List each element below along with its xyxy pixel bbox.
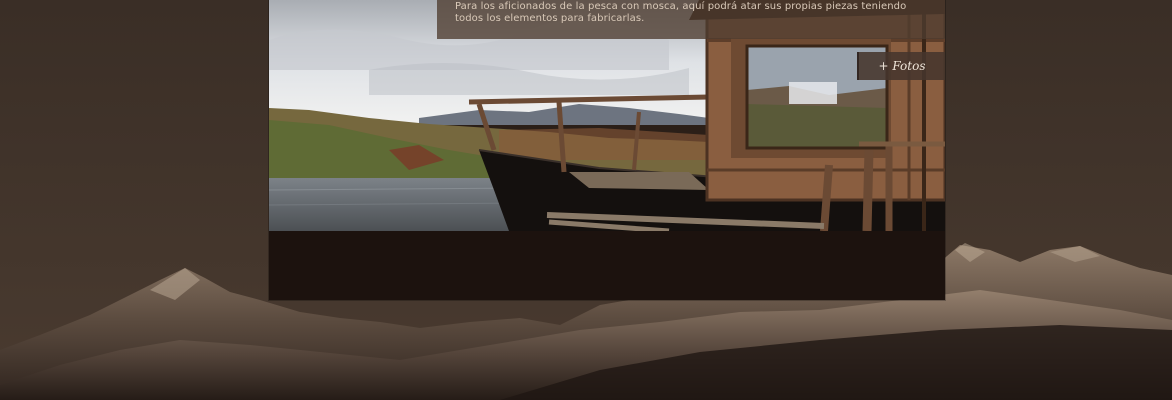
caption-line-1: Para los aficionados de la pesca con mos… — [455, 1, 907, 12]
more-photos-label: + Fotos — [878, 59, 926, 73]
photo-caption: Para los aficionados de la pesca con mos… — [437, 0, 945, 39]
caption-line-2: todos los elementos para fabricarlas. — [455, 13, 645, 24]
more-photos-button[interactable]: + Fotos — [857, 52, 945, 80]
